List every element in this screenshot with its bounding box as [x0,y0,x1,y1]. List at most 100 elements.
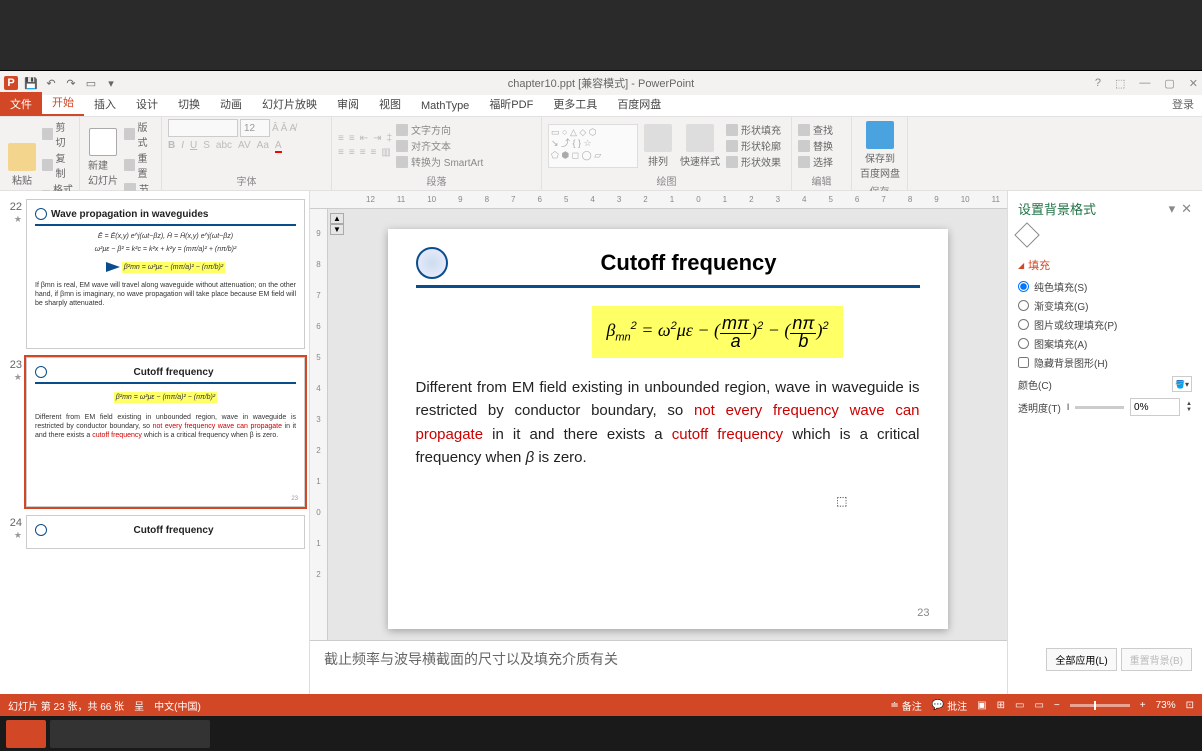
notes-toggle[interactable]: ≐ 备注 [890,698,921,713]
case-icon[interactable]: Aa [257,140,269,153]
opt-pattern-fill[interactable]: 图案填充(A) [1018,336,1192,351]
thumbnail-22[interactable]: 22★ Wave propagation in waveguides Ē = Ē… [4,199,305,349]
font-size-select[interactable] [240,119,270,137]
indent-right-icon[interactable]: ⇥ [373,133,381,144]
tab-transition[interactable]: 切换 [168,92,210,116]
tab-mathtype[interactable]: MathType [411,96,479,116]
layout-button[interactable]: 版式 [124,119,155,149]
transparency-input[interactable] [1130,398,1180,416]
view-reading-icon[interactable]: ▭ [1015,700,1024,711]
indent-left-icon[interactable]: ⇤ [360,133,368,144]
panel-close-icon[interactable]: ✕ [1181,201,1192,217]
opt-gradient-fill[interactable]: 渐变填充(G) [1018,298,1192,313]
maximize-icon[interactable]: ▢ [1164,77,1174,90]
shadow-icon[interactable]: abc [216,140,232,153]
opt-hide-bg[interactable]: 隐藏背景图形(H) [1018,355,1192,370]
paste-button[interactable]: 粘贴 [6,141,38,189]
align-center-icon[interactable]: ≡ [349,147,355,158]
tab-animation[interactable]: 动画 [210,92,252,116]
increase-font-icon[interactable]: Â [272,123,279,134]
scroll-up-icon[interactable]: ▲ [330,213,344,224]
close-icon[interactable]: ✕ [1189,77,1198,90]
transparency-slider[interactable] [1075,406,1124,409]
spacing-icon[interactable]: AV [238,140,251,153]
select-button[interactable]: 选择 [798,154,833,169]
thumbnail-panel[interactable]: 22★ Wave propagation in waveguides Ē = Ē… [0,191,310,694]
comments-toggle[interactable]: 💬 批注 [932,698,967,713]
help-icon[interactable]: ? [1095,77,1101,90]
scroll-down-icon[interactable]: ▼ [330,224,344,235]
copy-button[interactable]: 复制 [42,150,73,180]
italic-icon[interactable]: I [181,140,184,153]
undo-icon[interactable]: ↶ [44,76,58,90]
view-sorter-icon[interactable]: ⊞ [997,700,1005,711]
spin-down-icon[interactable]: ▼ [1186,407,1192,413]
cut-button[interactable]: 剪切 [42,119,73,149]
clear-format-icon[interactable]: A̸ [289,123,296,134]
taskbar-start[interactable] [6,720,46,748]
apply-all-button[interactable]: 全部应用(L) [1046,648,1116,671]
ribbon-options-icon[interactable]: ⬚ [1115,77,1125,90]
tab-insert[interactable]: 插入 [84,92,126,116]
qat-more-icon[interactable]: ▾ [104,76,118,90]
font-color-icon[interactable]: A [275,140,282,153]
slideshow-quick-icon[interactable]: ▭ [84,76,98,90]
opt-solid-fill[interactable]: 纯色填充(S) [1018,279,1192,294]
find-button[interactable]: 查找 [798,122,833,137]
zoom-in-icon[interactable]: + [1140,700,1146,711]
align-left-icon[interactable]: ≡ [338,147,344,158]
fill-category-icon[interactable] [1014,222,1039,247]
language-indicator[interactable]: 中文(中国) [154,698,201,713]
quick-styles-button[interactable]: 快速样式 [678,122,722,170]
arrange-button[interactable]: 排列 [642,122,674,170]
taskbar-app[interactable] [50,720,210,748]
view-slideshow-icon[interactable]: ▭ [1034,700,1043,711]
shape-effect-button[interactable]: 形状效果 [726,154,781,169]
tab-file[interactable]: 文件 [0,92,42,116]
login-link[interactable]: 登录 [1164,92,1202,116]
save-icon[interactable]: 💾 [24,76,38,90]
opt-picture-fill[interactable]: 图片或纹理填充(P) [1018,317,1192,332]
shapes-gallery[interactable]: ▭ ○ △ ◇ ⬡↘ ⤴ { } ☆⬠ ⬢ ◻ ◯ ▱ [548,124,638,168]
tab-baidu[interactable]: 百度网盘 [607,92,671,116]
replace-button[interactable]: 替换 [798,138,833,153]
notes-pane[interactable]: 截止频率与波导横截面的尺寸以及填充介质有关 [310,640,1007,694]
shape-outline-button[interactable]: 形状轮廓 [726,138,781,153]
ime-icon[interactable]: 呈 [134,698,144,713]
zoom-value[interactable]: 73% [1156,700,1176,711]
reset-button[interactable]: 重置 [124,150,155,180]
thumbnail-24[interactable]: 24★ Cutoff frequency [4,515,305,549]
text-direction-button[interactable]: 文字方向 [396,122,483,137]
font-family-select[interactable] [168,119,238,137]
reset-bg-button[interactable]: 重置背景(B) [1121,648,1192,671]
justify-icon[interactable]: ≡ [371,147,377,158]
underline-icon[interactable]: U [190,140,197,153]
shape-fill-button[interactable]: 形状填充 [726,122,781,137]
tab-design[interactable]: 设计 [126,92,168,116]
save-baidu-button[interactable]: 保存到 百度网盘 [858,119,902,182]
thumbnail-23[interactable]: 23★ Cutoff frequency β²mn = ω²με − (mπ/a… [4,357,305,507]
tab-home[interactable]: 开始 [42,90,84,116]
align-text-button[interactable]: 对齐文本 [396,138,483,153]
tab-review[interactable]: 审阅 [327,92,369,116]
panel-dropdown-icon[interactable]: ▾ [1169,201,1176,217]
taskbar[interactable] [0,716,1202,751]
bold-icon[interactable]: B [168,140,175,153]
tab-more[interactable]: 更多工具 [543,92,607,116]
align-right-icon[interactable]: ≡ [360,147,366,158]
zoom-out-icon[interactable]: − [1054,700,1060,711]
tab-view[interactable]: 视图 [369,92,411,116]
fit-window-icon[interactable]: ⊡ [1186,700,1194,711]
decrease-font-icon[interactable]: Ǎ [281,123,288,134]
line-spacing-icon[interactable]: ‡ [386,133,392,144]
view-normal-icon[interactable]: ▣ [977,700,986,711]
new-slide-button[interactable]: 新建 幻灯片 [86,126,120,189]
zoom-slider[interactable] [1070,704,1130,707]
slide-editor[interactable]: Cutoff frequency βmn2 = ω2με − (mπa)2 − … [388,229,948,629]
columns-icon[interactable]: ▥ [381,147,390,158]
bullets-icon[interactable]: ≡ [338,133,344,144]
convert-smartart-button[interactable]: 转换为 SmartArt [396,154,483,169]
minimize-icon[interactable]: — [1139,77,1150,90]
tab-foxit[interactable]: 福昕PDF [479,92,543,116]
redo-icon[interactable]: ↷ [64,76,78,90]
